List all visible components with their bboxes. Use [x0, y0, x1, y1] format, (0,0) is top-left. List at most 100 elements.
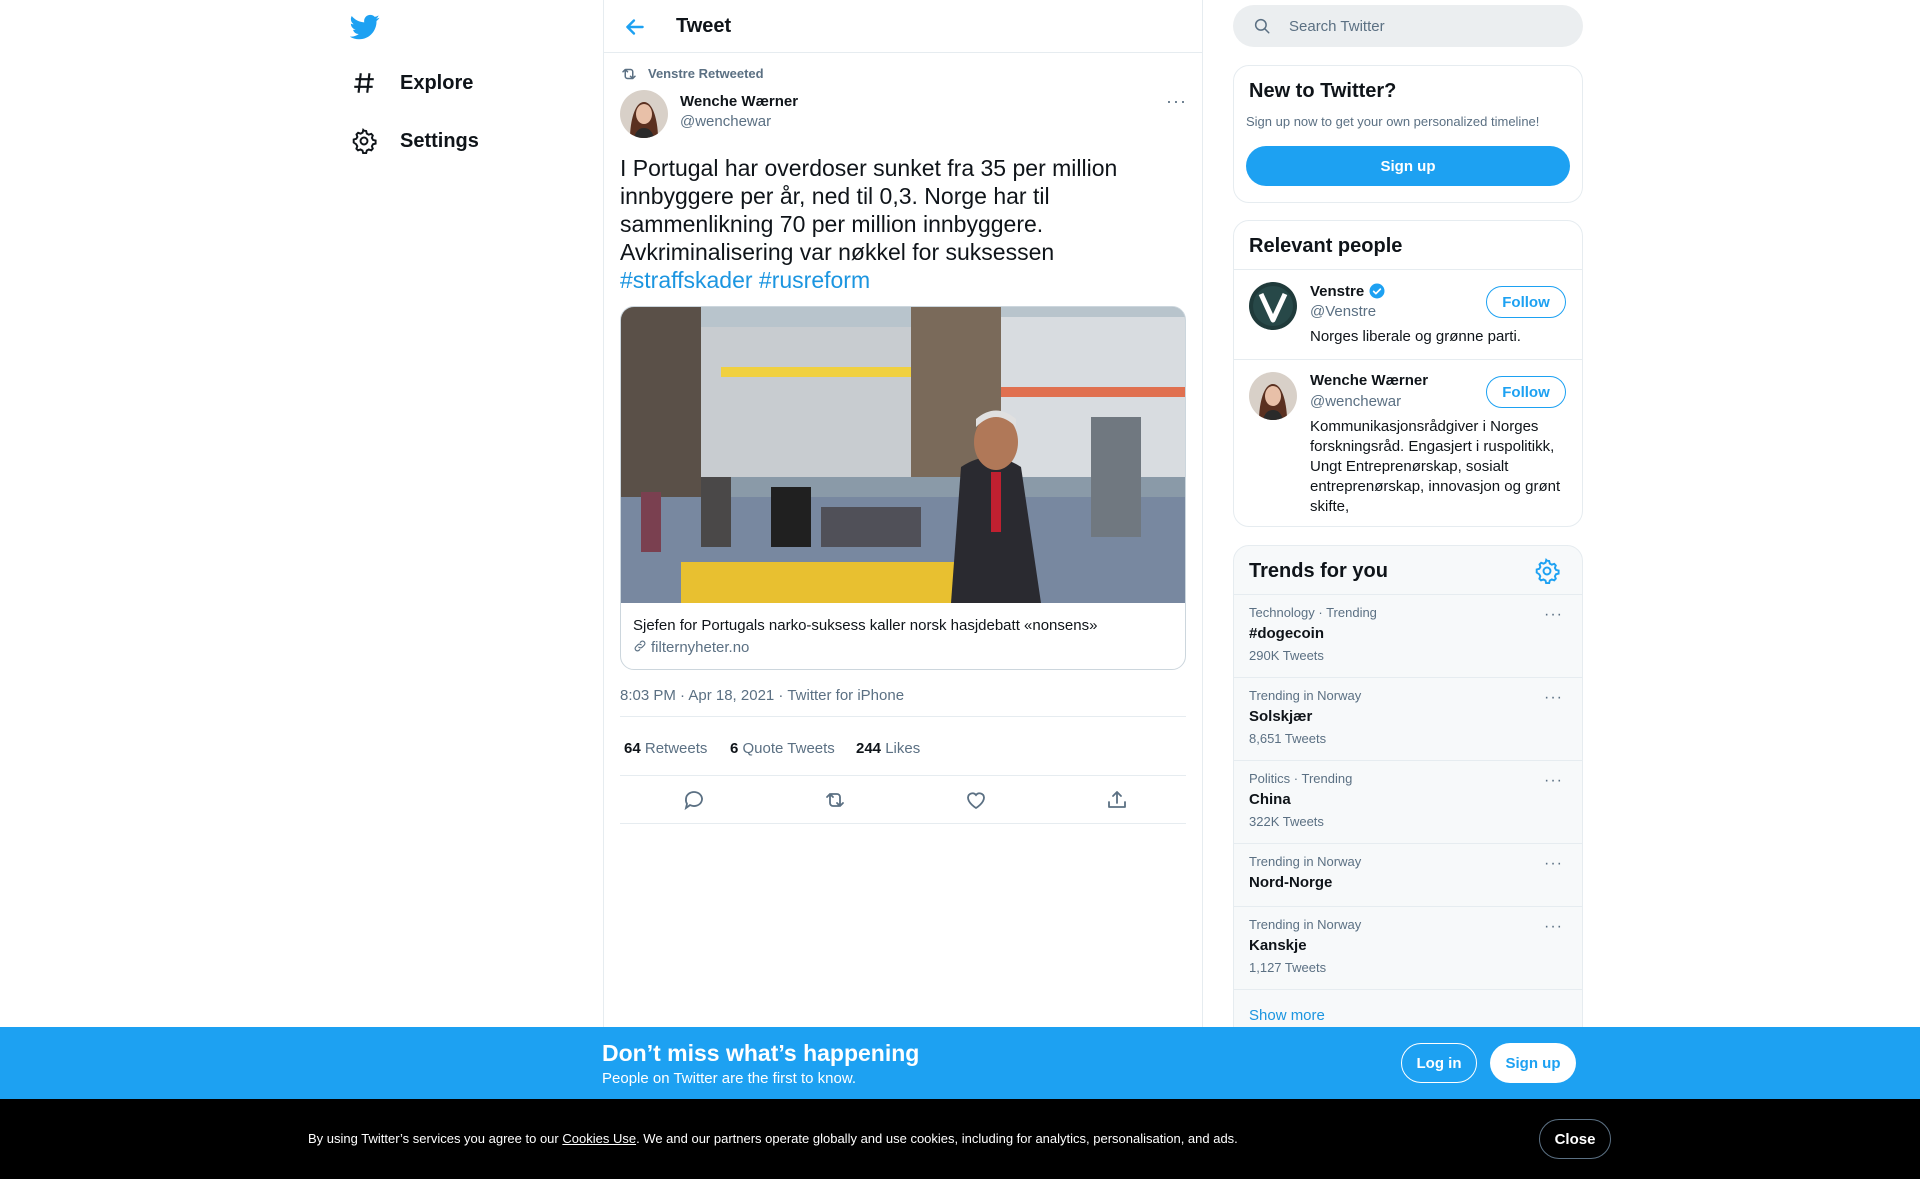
- person-name: Wenche Wærner: [1310, 372, 1429, 389]
- trend-name: China: [1249, 791, 1291, 808]
- trend-item[interactable]: Politics · Trending China 322K Tweets ··…: [1234, 760, 1582, 843]
- more-options-icon[interactable]: ···: [1166, 92, 1188, 112]
- trend-count: 8,651 Tweets: [1249, 731, 1327, 746]
- person-bio: Kommunikasjonsrådgiver i Norges forsknin…: [1310, 418, 1561, 515]
- cookie-close-button[interactable]: Close: [1539, 1119, 1611, 1159]
- banner-title: Don’t miss what’s happening: [602, 1040, 920, 1066]
- trend-name: Nord-Norge: [1249, 874, 1333, 891]
- retweet-action-icon[interactable]: [823, 788, 847, 812]
- reply-icon[interactable]: [682, 788, 706, 812]
- signup-banner: Don’t miss what’s happening People on Tw…: [0, 1027, 1920, 1099]
- card-domain: filternyheter.no: [651, 639, 750, 656]
- page-title: Tweet: [676, 15, 732, 37]
- trend-item[interactable]: Trending in Norway Nord-Norge ···: [1234, 843, 1582, 906]
- follow-button[interactable]: Follow: [1486, 376, 1566, 408]
- author-avatar[interactable]: [620, 90, 668, 138]
- person-handle[interactable]: @wenchewar: [1310, 393, 1401, 410]
- retweets-count: 64: [624, 740, 641, 757]
- banner-subtitle: People on Twitter are the first to know.: [602, 1070, 857, 1087]
- nav-settings-label: Settings: [400, 129, 479, 152]
- trend-count: 1,127 Tweets: [1249, 960, 1327, 975]
- retweets-label: Retweets: [644, 740, 708, 757]
- quote-tweets-stat[interactable]: 6 Quote Tweets: [730, 740, 835, 757]
- more-options-icon[interactable]: ···: [1544, 919, 1566, 935]
- more-options-icon[interactable]: ···: [1544, 773, 1566, 789]
- link-card[interactable]: Sjefen for Portugals narko-suksess kalle…: [620, 306, 1186, 670]
- person-name-row[interactable]: Wenche Wærner: [1310, 372, 1428, 389]
- link-icon: [633, 639, 647, 653]
- trend-item[interactable]: Trending in Norway Kanskje 1,127 Tweets …: [1234, 906, 1582, 989]
- author-name[interactable]: Wenche Wærner: [680, 93, 798, 110]
- tweet-stats: 64 Retweets 6 Quote Tweets 244 Likes: [620, 716, 1186, 776]
- like-icon[interactable]: [964, 788, 988, 812]
- trend-name: Kanskje: [1249, 937, 1307, 954]
- search-icon: [1253, 17, 1271, 35]
- person-avatar[interactable]: [1249, 372, 1297, 420]
- verified-badge-icon: [1368, 282, 1386, 300]
- tweet-timestamp[interactable]: 8:03 PM · Apr 18, 2021 · Twitter for iPh…: [620, 687, 904, 704]
- nav-explore-label: Explore: [400, 71, 474, 94]
- new-to-twitter-panel: New to Twitter? Sign up now to get your …: [1233, 65, 1583, 203]
- person-name-row[interactable]: Venstre: [1310, 282, 1386, 300]
- retweeted-by[interactable]: Venstre Retweeted: [648, 66, 764, 81]
- person-handle[interactable]: @Venstre: [1310, 303, 1376, 320]
- trend-count: 322K Tweets: [1249, 814, 1324, 829]
- cookies-use-link[interactable]: Cookies Use: [562, 1131, 636, 1146]
- author-handle[interactable]: @wenchewar: [680, 113, 771, 130]
- trends-title: Trends for you: [1249, 560, 1388, 582]
- twitter-logo-icon[interactable]: [350, 12, 380, 42]
- tweet-body: I Portugal har overdoser sunket fra 35 p…: [620, 155, 1118, 265]
- trend-meta: Trending in Norway: [1249, 688, 1362, 703]
- person-bio: Norges liberale og grønne parti.: [1310, 328, 1521, 345]
- likes-stat[interactable]: 244 Likes: [856, 740, 920, 757]
- trend-name: #dogecoin: [1249, 625, 1325, 642]
- hashtag-icon: [350, 69, 378, 97]
- more-options-icon[interactable]: ···: [1544, 607, 1566, 623]
- search-input[interactable]: [1289, 5, 1569, 47]
- person-card[interactable]: Venstre @Venstre Norges liberale og grøn…: [1234, 269, 1582, 359]
- tweet-column: Tweet Venstre Retweeted Wenche Wærner @w…: [603, 0, 1203, 1179]
- retweets-stat[interactable]: 64 Retweets: [624, 740, 707, 757]
- more-options-icon[interactable]: ···: [1544, 690, 1566, 706]
- gear-icon: [350, 127, 378, 155]
- cookie-banner: By using Twitter’s services you agree to…: [0, 1099, 1920, 1179]
- relevant-people-panel: Relevant people Venstre @Venstre Norges …: [1233, 220, 1583, 527]
- card-title: Sjefen for Portugals narko-suksess kalle…: [633, 617, 1098, 634]
- sidebar-signup-button[interactable]: Sign up: [1246, 146, 1570, 186]
- person-avatar[interactable]: [1249, 282, 1297, 330]
- trend-meta: Trending in Norway: [1249, 854, 1362, 869]
- tweet-actions: [620, 776, 1186, 824]
- login-button[interactable]: Log in: [1401, 1043, 1477, 1083]
- more-options-icon[interactable]: ···: [1544, 856, 1566, 872]
- trend-meta: Technology · Trending: [1249, 605, 1377, 620]
- trend-count: 290K Tweets: [1249, 648, 1324, 663]
- trend-meta: Politics · Trending: [1249, 771, 1353, 786]
- hashtag-link[interactable]: #rusreform: [759, 267, 870, 293]
- trend-name: Solskjær: [1249, 708, 1313, 725]
- tweet-header: Tweet: [604, 0, 1202, 53]
- card-image: [621, 307, 1185, 603]
- search-box[interactable]: [1233, 5, 1583, 47]
- retweet-icon: [620, 65, 638, 83]
- signup-button[interactable]: Sign up: [1490, 1043, 1576, 1083]
- quotes-count: 6: [730, 740, 739, 757]
- trend-item[interactable]: Trending in Norway Solskjær 8,651 Tweets…: [1234, 677, 1582, 760]
- show-more-link[interactable]: Show more: [1249, 1007, 1325, 1024]
- relevant-people-title: Relevant people: [1249, 235, 1403, 257]
- follow-button[interactable]: Follow: [1486, 286, 1566, 318]
- hashtag-link[interactable]: #straffskader: [620, 267, 753, 293]
- cookie-text-after: . We and our partners operate globally a…: [636, 1131, 1238, 1146]
- person-card[interactable]: Wenche Wærner @wenchewar Kommunikasjonsr…: [1234, 359, 1582, 526]
- share-icon[interactable]: [1105, 788, 1129, 812]
- likes-count: 244: [856, 740, 882, 757]
- cookie-text-before: By using Twitter’s services you agree to…: [308, 1131, 563, 1146]
- trend-item[interactable]: Technology · Trending #dogecoin 290K Twe…: [1234, 594, 1582, 677]
- new-to-twitter-subtitle: Sign up now to get your own personalized…: [1246, 114, 1540, 129]
- cookie-text: By using Twitter’s services you agree to…: [308, 1131, 1238, 1146]
- new-to-twitter-title: New to Twitter?: [1249, 80, 1397, 102]
- nav-explore[interactable]: Explore: [350, 63, 473, 103]
- trend-meta: Trending in Norway: [1249, 917, 1362, 932]
- trends-settings-gear-icon[interactable]: [1534, 558, 1562, 586]
- back-arrow-icon[interactable]: [622, 14, 648, 40]
- nav-settings[interactable]: Settings: [350, 121, 479, 161]
